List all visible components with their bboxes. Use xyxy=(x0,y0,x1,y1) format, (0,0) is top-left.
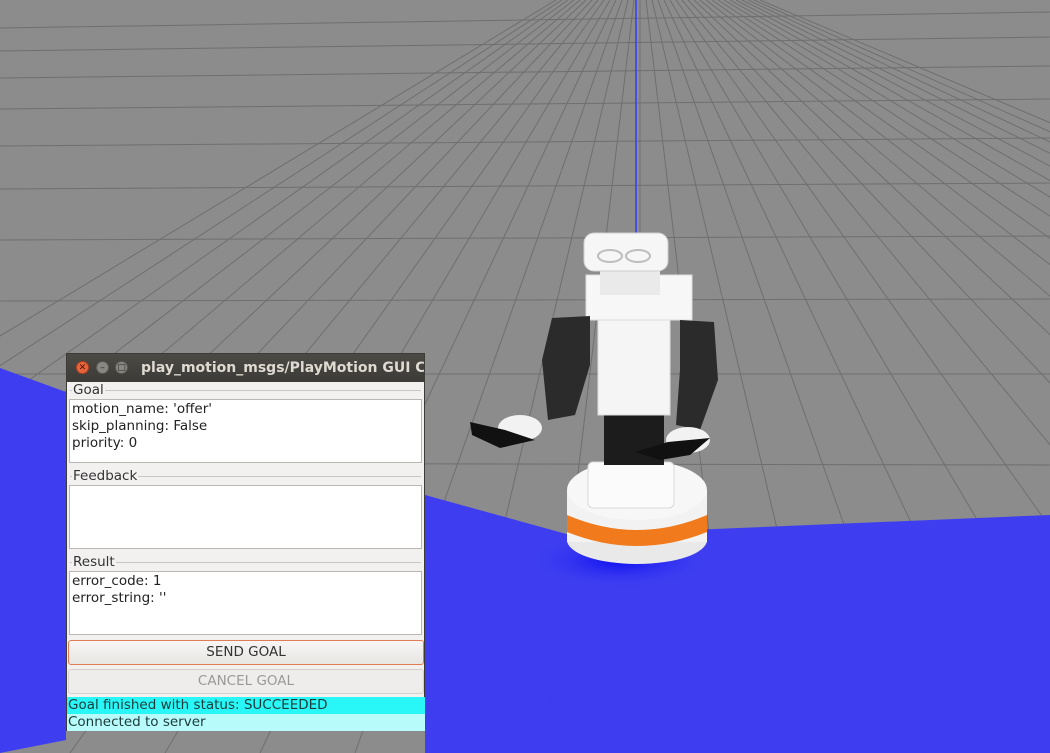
goal-line: motion_name: 'offer' xyxy=(72,401,212,417)
feedback-textbox[interactable] xyxy=(69,485,422,549)
cancel-goal-button[interactable]: CANCEL GOAL xyxy=(68,669,424,694)
minimize-icon[interactable]: – xyxy=(96,361,109,374)
result-label: Result xyxy=(72,554,116,570)
maximize-icon[interactable]: □ xyxy=(115,361,128,374)
playmotion-gui-window[interactable]: ✕ – □ play_motion_msgs/PlayMotion GUI Cl… xyxy=(66,353,425,731)
laser-scan-area-right xyxy=(425,495,1050,753)
feedback-label: Feedback xyxy=(72,468,139,484)
send-goal-button[interactable]: SEND GOAL xyxy=(68,640,424,665)
goal-status-bar: Goal finished with status: SUCCEEDED xyxy=(67,697,425,714)
goal-line: priority: 0 xyxy=(72,435,138,451)
window-title: play_motion_msgs/PlayMotion GUI Cli xyxy=(141,360,424,376)
goal-textbox[interactable]: motion_name: 'offer' skip_planning: False… xyxy=(69,399,422,463)
result-textbox[interactable]: error_code: 1 error_string: '' xyxy=(69,571,422,635)
result-group-divider xyxy=(70,562,421,563)
connection-status-bar: Connected to server xyxy=(67,714,425,731)
goal-line: skip_planning: False xyxy=(72,418,208,434)
result-line: error_code: 1 xyxy=(72,573,162,589)
goal-label: Goal xyxy=(72,382,105,398)
result-line: error_string: '' xyxy=(72,590,167,606)
laser-scan-area xyxy=(0,368,66,753)
window-titlebar[interactable]: ✕ – □ play_motion_msgs/PlayMotion GUI Cl… xyxy=(67,354,424,382)
goal-group-divider xyxy=(70,390,421,391)
close-icon[interactable]: ✕ xyxy=(76,361,89,374)
